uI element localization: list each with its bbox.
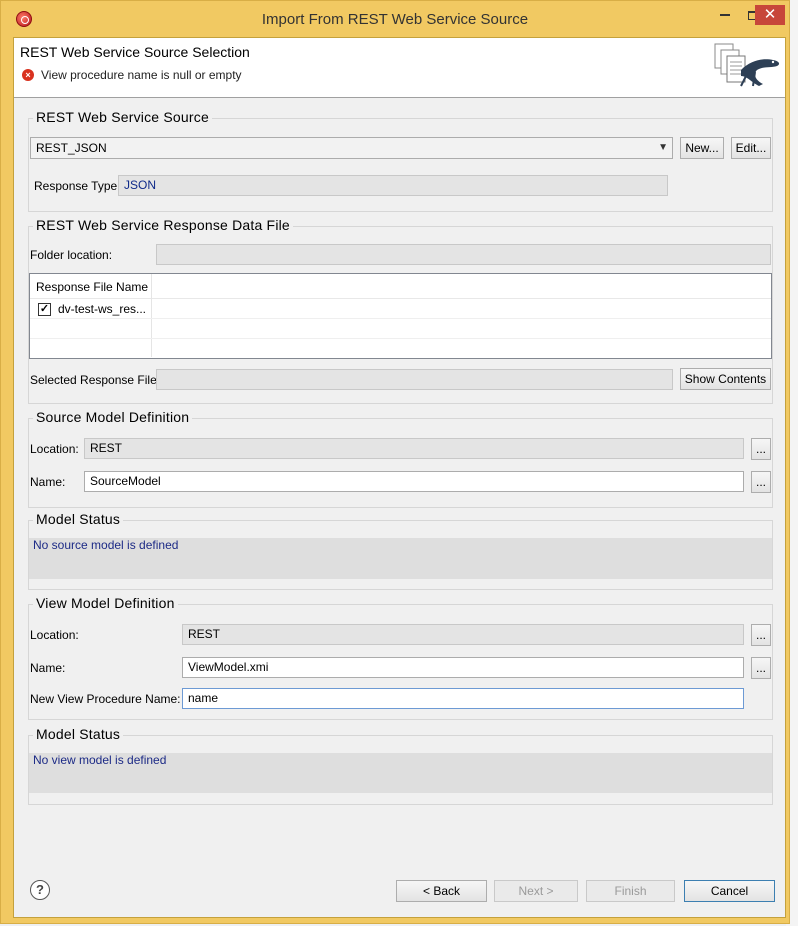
dialog-client: REST Web Service Source Selection × View… (13, 37, 786, 918)
view-name-label: Name: (30, 661, 66, 675)
view-location-browse-button[interactable]: ... (751, 624, 771, 646)
banner-title: REST Web Service Source Selection (20, 44, 250, 60)
window-title: Import From REST Web Service Source (261, 11, 529, 28)
folder-location-field (156, 244, 771, 265)
table-header: Response File Name (30, 274, 771, 299)
source-model-group: Source Model Definition Location: REST .… (28, 409, 773, 508)
group-title: Source Model Definition (33, 409, 193, 425)
source-location-field: REST (84, 438, 744, 459)
view-procedure-name-input[interactable]: name (182, 688, 744, 709)
banner-message: View procedure name is null or empty (41, 68, 242, 82)
table-row-empty (30, 339, 771, 359)
response-file-name-cell: dv-test-ws_res... (58, 302, 147, 316)
minimize-icon (720, 14, 730, 17)
source-location-label: Location: (30, 442, 79, 456)
table-row-empty (30, 319, 771, 339)
selected-response-file-label: Selected Response File: (30, 373, 161, 387)
title-bar: Import From REST Web Service Source ✕ (1, 1, 789, 37)
view-location-label: Location: (30, 628, 79, 642)
table-row[interactable]: ✓ dv-test-ws_res... (30, 299, 771, 319)
row-checkbox[interactable]: ✓ (38, 303, 51, 316)
help-icon[interactable]: ? (30, 880, 50, 900)
source-name-input[interactable]: SourceModel (84, 471, 744, 492)
import-dialog: Import From REST Web Service Source ✕ RE… (0, 0, 790, 924)
view-name-browse-button[interactable]: ... (751, 657, 771, 679)
source-model-status-group: Model Status No source model is defined (28, 511, 773, 590)
rest-source-value: REST_JSON (36, 141, 107, 155)
close-icon: ✕ (763, 6, 777, 23)
back-button[interactable]: < Back (396, 880, 487, 902)
source-location-browse-button[interactable]: ... (751, 438, 771, 460)
group-title: REST Web Service Source (33, 109, 212, 125)
column-header-response-file-name[interactable]: Response File Name (36, 280, 148, 294)
view-model-status-group: Model Status No view model is defined (28, 726, 773, 805)
view-procedure-name-label: New View Procedure Name: (30, 692, 181, 706)
rest-source-combo[interactable]: REST_JSON ▼ (30, 137, 673, 159)
source-status-message: No source model is defined (29, 538, 772, 579)
view-model-group: View Model Definition Location: REST ...… (28, 595, 773, 720)
chevron-down-icon: ▼ (658, 142, 668, 153)
rest-source-group: REST Web Service Source REST_JSON ▼ New.… (28, 109, 773, 212)
source-name-label: Name: (30, 475, 66, 489)
view-location-field: REST (182, 624, 744, 645)
response-file-table[interactable]: Response File Name ✓ dv-test-ws_res... (29, 273, 772, 359)
cancel-button[interactable]: Cancel (684, 880, 775, 902)
close-button[interactable]: ✕ (755, 5, 785, 25)
edit-source-button[interactable]: Edit... (731, 137, 771, 159)
folder-location-label: Folder location: (30, 248, 113, 262)
group-title: REST Web Service Response Data File (33, 217, 293, 233)
view-status-message: No view model is defined (29, 753, 772, 793)
response-file-group: REST Web Service Response Data File Fold… (28, 217, 773, 404)
group-title: Model Status (33, 511, 124, 527)
minimize-button[interactable] (711, 4, 739, 26)
group-title: Model Status (33, 726, 124, 742)
show-contents-button[interactable]: Show Contents (680, 368, 771, 390)
source-name-browse-button[interactable]: ... (751, 471, 771, 493)
new-source-button[interactable]: New... (680, 137, 724, 159)
documents-lizard-icon (714, 43, 780, 87)
response-type-label: Response Type (34, 179, 118, 193)
wizard-banner: REST Web Service Source Selection × View… (14, 38, 785, 98)
finish-button[interactable]: Finish (586, 880, 675, 902)
group-title: View Model Definition (33, 595, 178, 611)
view-name-input[interactable]: ViewModel.xmi (182, 657, 744, 678)
next-button[interactable]: Next > (494, 880, 578, 902)
response-type-field: JSON (118, 175, 668, 196)
error-icon: × (22, 69, 34, 81)
selected-response-file-field (156, 369, 673, 390)
